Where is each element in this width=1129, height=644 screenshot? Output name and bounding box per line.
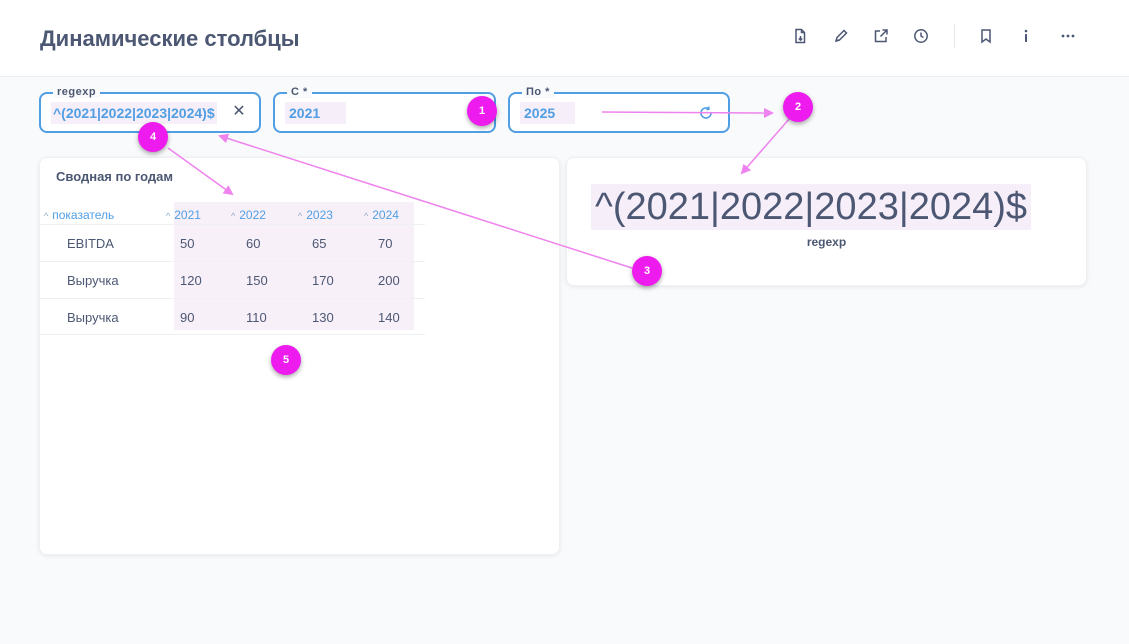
- table-cell: 65: [312, 236, 327, 251]
- table-cell: 170: [312, 273, 334, 288]
- table-cell: 60: [246, 236, 261, 251]
- column-header-2021[interactable]: ^ 2021: [166, 204, 201, 226]
- from-filter-label: С *: [287, 86, 312, 98]
- annotation-badge: 4: [138, 122, 168, 152]
- table-row: Выручка 90 110 130 140: [40, 298, 425, 335]
- table-row: Выручка 120 150 170 200: [40, 261, 425, 298]
- pivot-header-row: ^ показатель ^ 2021 ^ 2022 ^ 2023 ^ 2024: [40, 204, 440, 226]
- table-cell: 50: [180, 236, 195, 251]
- chevron-up-icon: ^: [364, 211, 369, 221]
- chevron-up-icon: ^: [231, 211, 236, 221]
- table-cell: 150: [246, 273, 268, 288]
- table-row: EBITDA 50 60 65 70: [40, 224, 425, 261]
- to-filter[interactable]: По * 2025: [508, 86, 730, 133]
- annotation-badge: 3: [632, 256, 662, 286]
- column-header-2022[interactable]: ^ 2022: [231, 204, 266, 226]
- table-cell: 140: [378, 310, 400, 325]
- close-icon[interactable]: ✕: [231, 104, 247, 120]
- scalar-value: ^(2021|2022|2023|2024)$: [591, 184, 1032, 230]
- table-cell: 200: [378, 273, 400, 288]
- more-icon[interactable]: [1058, 26, 1078, 46]
- chevron-up-icon: ^: [44, 211, 49, 221]
- column-header-indicator[interactable]: ^ показатель: [44, 204, 114, 226]
- scalar-label: regexp: [806, 235, 847, 249]
- annotation-badge: 2: [783, 92, 813, 122]
- table-cell: EBITDA: [67, 236, 114, 251]
- bookmark-icon[interactable]: [976, 26, 996, 46]
- annotation-badge: 1: [467, 96, 497, 126]
- document-download-icon[interactable]: [790, 26, 810, 46]
- column-header-2023[interactable]: ^ 2023: [298, 204, 333, 226]
- table-cell: 70: [378, 236, 393, 251]
- table-cell: Выручка: [67, 310, 119, 325]
- dashboard-header: Динамические столбцы: [0, 0, 1129, 77]
- pencil-icon[interactable]: [831, 26, 851, 46]
- header-divider: [954, 24, 955, 48]
- dashboard-page: Динамические столбцы regexp ^(2021|2022|…: [0, 0, 1129, 644]
- annotation-badge: 5: [271, 345, 301, 375]
- table-cell: 130: [312, 310, 334, 325]
- info-icon[interactable]: [1016, 26, 1036, 46]
- from-filter-value: 2021: [285, 102, 347, 124]
- from-filter[interactable]: С * 2021: [273, 86, 496, 133]
- to-filter-label: По *: [522, 86, 554, 98]
- share-icon[interactable]: [871, 26, 891, 46]
- refresh-icon[interactable]: [698, 105, 714, 121]
- table-cell: 90: [180, 310, 195, 325]
- regexp-filter-value: ^(2021|2022|2023|2024)$: [51, 102, 217, 124]
- column-header-2024[interactable]: ^ 2024: [364, 204, 399, 226]
- table-cell: Выручка: [67, 273, 119, 288]
- table-cell: 110: [246, 310, 267, 325]
- chevron-up-icon: ^: [166, 211, 171, 221]
- chevron-up-icon: ^: [298, 211, 303, 221]
- table-cell: 120: [180, 273, 202, 288]
- regexp-filter-label: regexp: [53, 86, 101, 98]
- pivot-card-title: Сводная по годам: [56, 169, 174, 184]
- page-title: Динамические столбцы: [40, 26, 300, 51]
- clock-icon[interactable]: [911, 26, 931, 46]
- to-filter-value: 2025: [520, 102, 576, 124]
